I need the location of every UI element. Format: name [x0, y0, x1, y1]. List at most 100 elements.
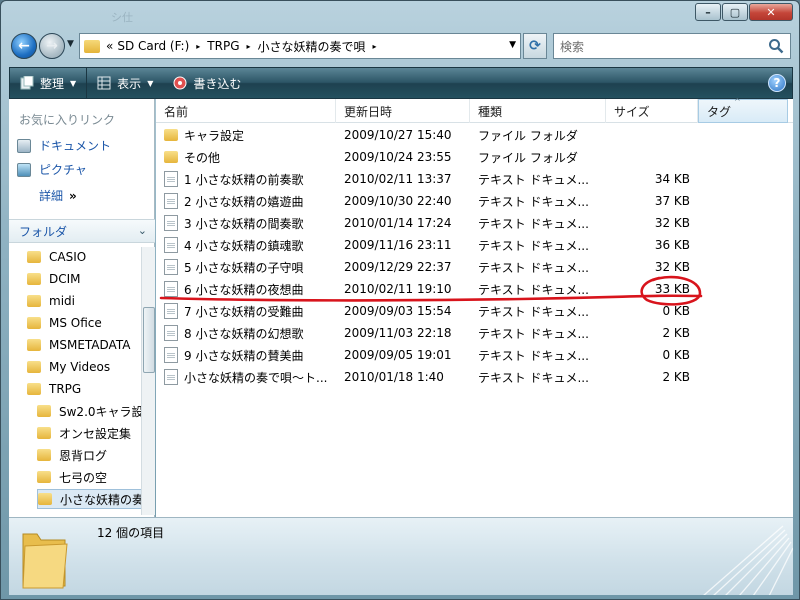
search-icon[interactable] — [768, 38, 784, 54]
help-button[interactable]: ? — [768, 74, 786, 92]
back-button[interactable]: ← — [11, 33, 37, 59]
favorites-more-link[interactable]: 詳細 » — [39, 187, 77, 204]
column-header-date[interactable]: 更新日時 — [336, 99, 470, 123]
refresh-button[interactable]: ⟳ — [523, 33, 547, 59]
file-type: テキスト ドキュメ... — [478, 282, 589, 297]
column-header-tag[interactable]: タグ — [698, 99, 788, 123]
folder-tree-scrollbar[interactable] — [141, 247, 155, 515]
tree-item-label: My Videos — [49, 360, 111, 374]
tree-item[interactable]: midi — [27, 291, 141, 311]
tree-item[interactable]: 恩背ログ — [37, 445, 141, 465]
file-row[interactable]: 7 小さな妖精の受難曲 2009/09/03 15:54 テキスト ドキュメ... 0… — [156, 300, 793, 322]
documents-icon — [17, 138, 31, 153]
file-list: 名前 更新日時 種類 サイズ タグ ^ キャラ設定 2009/10/27 15:4… — [156, 97, 793, 517]
views-button[interactable]: 表示 ▼ — [86, 68, 163, 98]
tree-item-label: CASIO — [49, 250, 87, 264]
column-header-size[interactable]: サイズ — [606, 99, 698, 123]
scrollbar-thumb[interactable] — [143, 307, 155, 373]
folder-icon — [27, 339, 41, 351]
forward-arrow-icon: → — [46, 38, 58, 54]
tree-item-label: DCIM — [49, 272, 81, 286]
breadcrumb-current-folder[interactable]: 小さな妖精の奏で唄 — [258, 38, 366, 55]
details-pane: 12 個の項目 — [9, 517, 793, 595]
address-bar[interactable]: « SD Card (F:) ▸ TRPG ▸ 小さな妖精の奏で唄 ▸ ▼ — [79, 33, 521, 59]
breadcrumb-separator[interactable]: ▸ — [196, 42, 200, 51]
file-size: 37 KB — [654, 194, 690, 208]
column-header-type[interactable]: 種類 — [470, 99, 606, 123]
views-dropdown-icon: ▼ — [147, 78, 154, 88]
minimize-button[interactable]: – — [695, 3, 721, 21]
tree-item[interactable]: 小さな妖精の奏 — [37, 489, 141, 509]
address-dropdown-button[interactable]: ▼ — [509, 40, 516, 50]
file-name-label: その他 — [184, 150, 221, 165]
sort-arrow-icon: ^ — [734, 97, 741, 106]
column-headers: 名前 更新日時 種類 サイズ タグ ^ — [156, 97, 793, 123]
file-type: テキスト ドキュメ... — [478, 172, 589, 187]
tree-item[interactable]: CASIO — [27, 247, 141, 267]
text-file-icon — [164, 347, 178, 363]
text-file-icon — [164, 259, 178, 275]
folder-icon — [27, 273, 41, 285]
search-input[interactable]: 検索 — [553, 33, 791, 59]
tree-item[interactable]: 七弓の空 — [37, 467, 141, 487]
file-row[interactable]: 2 小さな妖精の嬉遊曲 2009/10/30 22:40 テキスト ドキュメ... 3… — [156, 190, 793, 212]
file-type: テキスト ドキュメ... — [478, 194, 589, 209]
file-type: テキスト ドキュメ... — [478, 260, 589, 275]
views-icon — [97, 76, 111, 90]
file-date: 2009/09/05 19:01 — [344, 348, 452, 362]
burn-disc-icon — [173, 76, 187, 90]
file-date: 2009/10/27 15:40 — [344, 128, 452, 142]
file-date: 2009/10/24 23:55 — [344, 150, 452, 164]
favorite-documents[interactable]: ドキュメント — [17, 137, 111, 154]
file-size: 33 KB — [654, 282, 690, 296]
file-date: 2010/02/11 19:10 — [344, 282, 452, 296]
forward-button[interactable]: → — [39, 33, 65, 59]
file-row[interactable]: 9 小さな妖精の賛美曲 2009/09/05 19:01 テキスト ドキュメ... 0… — [156, 344, 793, 366]
file-row[interactable]: 小さな妖精の奏で唄～ト... 2010/01/18 1:40 テキスト ドキュメ..… — [156, 366, 793, 388]
organize-button[interactable]: 整理 ▼ — [10, 68, 86, 98]
breadcrumb-sd-card[interactable]: SD Card (F:) — [117, 39, 189, 53]
file-type: ファイル フォルダ — [478, 128, 578, 143]
burn-button[interactable]: 書き込む — [163, 68, 251, 98]
search-placeholder: 検索 — [560, 39, 585, 54]
file-size: 2 KB — [662, 370, 690, 384]
file-type: テキスト ドキュメ... — [478, 304, 589, 319]
file-name: 7 小さな妖精の受難曲 — [164, 300, 336, 322]
column-header-name[interactable]: 名前 — [156, 99, 336, 123]
breadcrumb-trpg[interactable]: TRPG — [207, 39, 239, 53]
close-button[interactable]: ✕ — [749, 3, 793, 21]
tree-item[interactable]: My Videos — [27, 357, 141, 377]
tree-item-label: オンセ設定集 — [59, 426, 132, 441]
burn-label: 書き込む — [193, 76, 242, 91]
file-row[interactable]: キャラ設定 2009/10/27 15:40 ファイル フォルダ — [156, 124, 793, 146]
folder-icon — [27, 295, 41, 307]
tree-item[interactable]: オンセ設定集 — [37, 423, 141, 443]
file-row[interactable]: その他 2009/10/24 23:55 ファイル フォルダ — [156, 146, 793, 168]
details-decoration — [703, 525, 793, 595]
tree-item[interactable]: TRPG — [27, 379, 141, 399]
file-row[interactable]: 8 小さな妖精の幻想歌 2009/11/03 22:18 テキスト ドキュメ... 2… — [156, 322, 793, 344]
tree-item-label: MS Ofice — [49, 316, 102, 330]
file-row[interactable]: 5 小さな妖精の子守唄 2009/12/29 22:37 テキスト ドキュメ... 3… — [156, 256, 793, 278]
file-date: 2010/02/11 13:37 — [344, 172, 452, 186]
file-name: 2 小さな妖精の嬉遊曲 — [164, 190, 336, 212]
file-date: 2009/11/03 22:18 — [344, 326, 452, 340]
file-row[interactable]: 4 小さな妖精の鎮魂歌 2009/11/16 23:11 テキスト ドキュメ... 3… — [156, 234, 793, 256]
folders-header[interactable]: フォルダ ⌄ — [9, 219, 155, 243]
recent-pages-dropdown[interactable]: ▼ — [67, 39, 74, 49]
tree-item[interactable]: MS Ofice — [27, 313, 141, 333]
file-row[interactable]: 1 小さな妖精の前奏歌 2010/02/11 13:37 テキスト ドキュメ... 3… — [156, 168, 793, 190]
tree-item[interactable]: DCIM — [27, 269, 141, 289]
tree-item-label: 恩背ログ — [59, 448, 108, 463]
favorite-pictures[interactable]: ピクチャ — [17, 161, 87, 178]
breadcrumb-separator[interactable]: ▸ — [247, 42, 251, 51]
breadcrumb-overflow[interactable]: « — [106, 39, 113, 53]
file-row[interactable]: 3 小さな妖精の間奏歌 2010/01/14 17:24 テキスト ドキュメ... 3… — [156, 212, 793, 234]
file-type: テキスト ドキュメ... — [478, 348, 589, 363]
breadcrumb-separator[interactable]: ▸ — [373, 42, 377, 51]
command-bar: 整理 ▼ 表示 ▼ 書き込む ? — [9, 67, 793, 99]
tree-item[interactable]: MSMETADATA — [27, 335, 141, 355]
file-row[interactable]: 6 小さな妖精の夜想曲 2010/02/11 19:10 テキスト ドキュメ... 3… — [156, 278, 793, 300]
maximize-button[interactable]: ▢ — [722, 3, 748, 21]
tree-item[interactable]: Sw2.0キャラ設 — [37, 401, 141, 421]
